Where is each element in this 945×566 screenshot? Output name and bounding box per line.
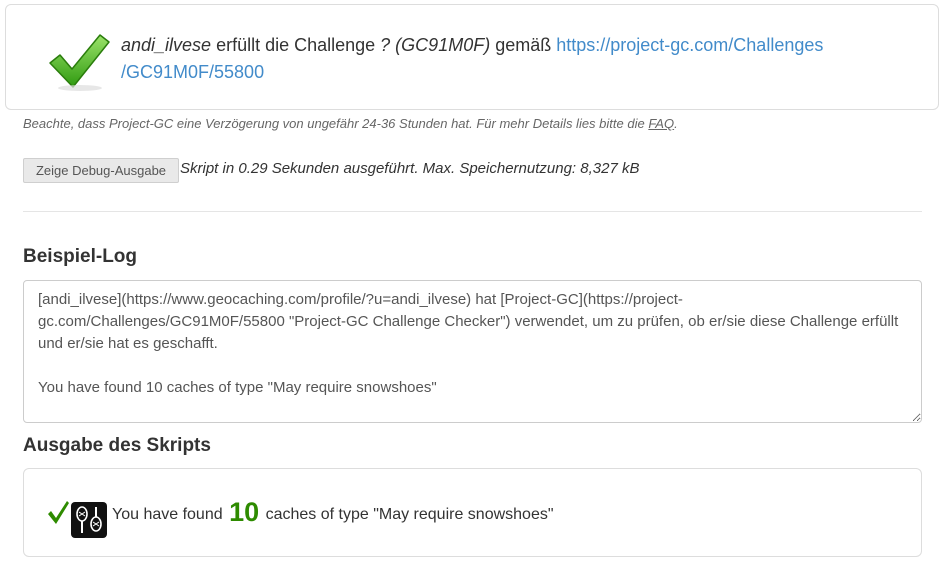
checkmark-icon [48,501,69,524]
delay-note: Beachte, dass Project-GC eine Verzögerun… [23,116,678,131]
output-prefix: You have found [112,506,228,523]
output-text: You have found 10 caches of type "May re… [112,497,554,528]
challenge-result-text: andi_ilvese erfüllt die Challenge ? (GC9… [121,32,921,86]
challenge-result-box: andi_ilvese erfüllt die Challenge ? (GC9… [5,4,939,110]
delay-note-end: . [674,116,678,131]
sample-log-textarea[interactable]: [andi_ilvese](https://www.geocaching.com… [23,280,922,423]
success-checkmark-icon [49,34,110,91]
fulfills-text: erfüllt die Challenge [211,35,381,55]
show-debug-button[interactable]: Zeige Debug-Ausgabe [23,158,179,183]
according-text: gemäß [490,35,557,55]
challenge-name: ? (GC91M0F) [380,35,491,55]
link-line-1: https://project-gc.com/Challenges [556,35,824,55]
delay-note-text: Beachte, dass Project-GC eine Verzögerun… [23,116,649,131]
script-output-heading: Ausgabe des Skripts [23,435,211,456]
username: andi_ilvese [121,35,212,55]
execution-info: Skript in 0.29 Sekunden ausgeführt. Max.… [180,160,640,177]
script-output-box: You have found 10 caches of type "May re… [23,468,922,557]
snowshoes-icon [71,502,107,538]
link-line-2: /GC91M0F/55800 [121,62,265,82]
sample-log-heading: Beispiel-Log [23,246,138,267]
cache-count: 10 [229,497,260,527]
faq-link[interactable]: FAQ [648,116,674,131]
output-suffix: caches of type "May require snowshoes" [261,506,554,523]
divider [23,211,922,212]
